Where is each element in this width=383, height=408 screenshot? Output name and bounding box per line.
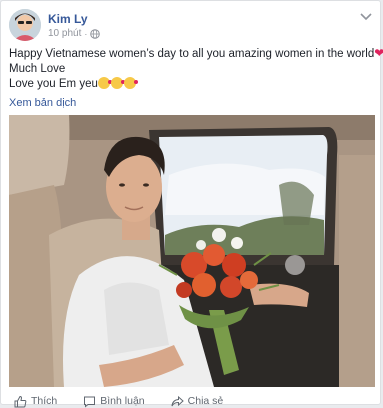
post-line-1: Happy Vietnamese women’s day to all you … bbox=[9, 46, 383, 62]
post-line-3: Love you Em yeu bbox=[9, 77, 375, 92]
avatar[interactable] bbox=[9, 9, 41, 41]
share-arrow-icon bbox=[171, 395, 184, 406]
globe-icon[interactable] bbox=[90, 28, 101, 39]
kiss-emoji-icon bbox=[110, 77, 125, 89]
comment-button-label: Bình luận bbox=[100, 395, 145, 407]
see-translation-link[interactable]: Xem bản dịch bbox=[9, 97, 76, 109]
post-photo[interactable] bbox=[9, 115, 375, 387]
post-line-2: Much Love bbox=[9, 63, 66, 75]
post-header: Kim Ly 10 phút · bbox=[9, 9, 375, 45]
comment-icon bbox=[84, 396, 96, 408]
post-card: Kim Ly 10 phút · Happy Vietnamese women’… bbox=[0, 0, 383, 408]
meta-separator: · bbox=[84, 28, 88, 39]
post-time[interactable]: 10 phút bbox=[48, 28, 81, 39]
thumbs-up-icon bbox=[14, 395, 27, 407]
heart-emoji-icon: ❤ bbox=[374, 46, 383, 60]
post-actions: Thích Bình luận Chia sẻ bbox=[9, 394, 375, 408]
photo-image bbox=[9, 115, 375, 387]
chevron-down-icon[interactable] bbox=[359, 11, 373, 21]
post-line-1-text: Happy Vietnamese women’s day to all you … bbox=[9, 48, 375, 60]
kiss-emoji-icon bbox=[123, 77, 138, 89]
like-button[interactable]: Thích bbox=[14, 395, 57, 408]
share-button[interactable]: Chia sẻ bbox=[171, 395, 224, 408]
post-meta: 10 phút · bbox=[48, 28, 101, 39]
author-name[interactable]: Kim Ly bbox=[48, 12, 88, 26]
like-button-label: Thích bbox=[31, 395, 58, 407]
post-text: Happy Vietnamese women’s day to all you … bbox=[9, 46, 383, 92]
share-button-label: Chia sẻ bbox=[187, 395, 224, 407]
kiss-emoji-icon bbox=[97, 77, 112, 89]
post-line-3-text: Love you Em yeu bbox=[9, 78, 98, 90]
comment-button[interactable]: Bình luận bbox=[83, 395, 145, 408]
avatar-image bbox=[9, 9, 41, 41]
